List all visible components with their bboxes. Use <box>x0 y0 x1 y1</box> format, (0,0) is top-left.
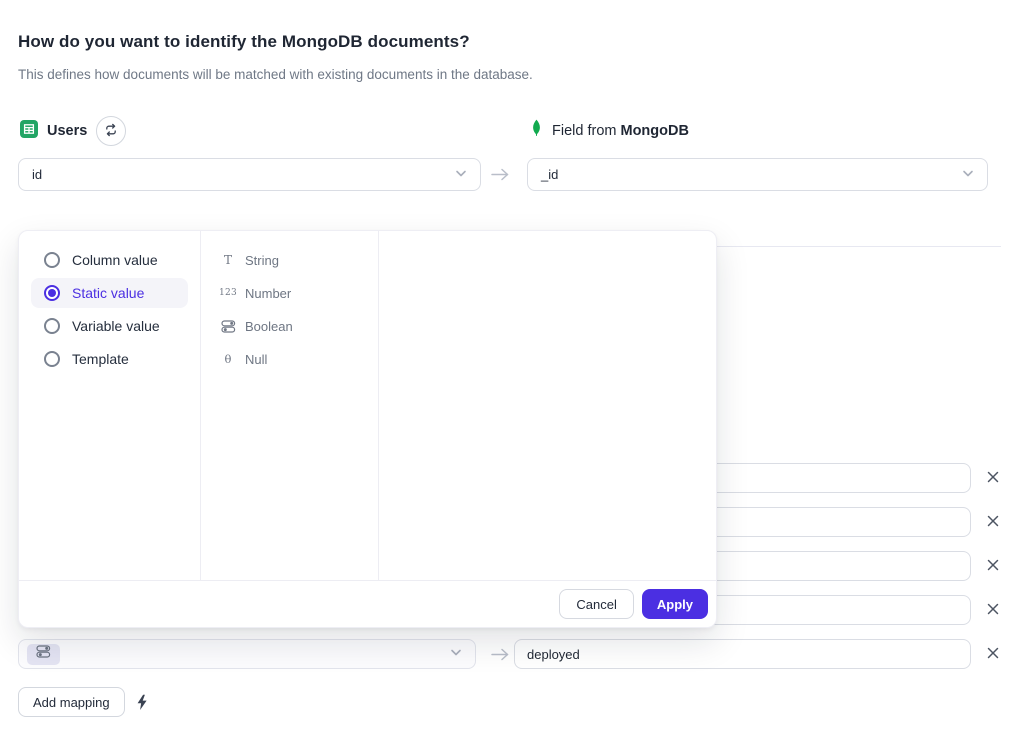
string-icon: T <box>220 253 236 267</box>
option-column-value[interactable]: Column value <box>31 245 188 275</box>
boolean-icon <box>36 645 51 663</box>
type-string[interactable]: T String <box>220 245 378 275</box>
lightning-bolt-icon[interactable] <box>136 694 148 716</box>
radio-icon[interactable] <box>44 252 60 268</box>
source-field-select[interactable]: id <box>18 158 481 191</box>
boolean-type-badge <box>27 644 60 665</box>
popover-body: Column value Static value Variable value… <box>19 231 716 580</box>
popover-footer: Cancel Apply <box>19 580 716 627</box>
value-type-list: T String 123 Number Boolean θ Null <box>201 231 379 580</box>
source-header: Users <box>20 116 126 146</box>
radio-icon[interactable] <box>44 318 60 334</box>
type-number[interactable]: 123 Number <box>220 278 378 308</box>
radio-icon[interactable] <box>44 351 60 367</box>
source-value-select[interactable] <box>18 639 476 669</box>
option-template[interactable]: Template <box>31 344 188 374</box>
chevron-down-icon <box>454 166 468 183</box>
option-label: Template <box>72 351 129 367</box>
apply-button[interactable]: Apply <box>642 589 708 619</box>
type-label: String <box>245 253 279 268</box>
section-divider <box>717 246 1001 247</box>
spreadsheet-icon <box>20 120 38 143</box>
remove-mapping-button[interactable] <box>984 645 1002 663</box>
cancel-button[interactable]: Cancel <box>559 589 633 619</box>
close-icon <box>986 602 1000 619</box>
option-static-value[interactable]: Static value <box>31 278 188 308</box>
type-null[interactable]: θ Null <box>220 344 378 374</box>
radio-icon[interactable] <box>44 285 60 301</box>
boolean-icon <box>220 320 236 333</box>
option-label: Column value <box>72 252 158 268</box>
type-label: Boolean <box>245 319 293 334</box>
arrow-right-icon <box>489 167 511 187</box>
swap-source-button[interactable] <box>96 116 126 146</box>
null-icon: θ <box>220 352 236 366</box>
type-label: Null <box>245 352 267 367</box>
remove-mapping-button[interactable] <box>984 557 1002 575</box>
target-name: Field from MongoDB <box>552 123 689 139</box>
number-icon: 123 <box>220 288 236 298</box>
remove-mapping-button[interactable] <box>984 513 1002 531</box>
remove-mapping-button[interactable] <box>984 469 1002 487</box>
popover-detail-panel <box>379 231 716 580</box>
add-mapping-button[interactable]: Add mapping <box>18 687 125 717</box>
close-icon <box>986 646 1000 663</box>
close-icon <box>986 558 1000 575</box>
option-variable-value[interactable]: Variable value <box>31 311 188 341</box>
target-header: Field from MongoDB <box>530 116 689 146</box>
page-title: How do you want to identify the MongoDB … <box>18 32 470 52</box>
source-name: Users <box>47 123 87 139</box>
chevron-down-icon <box>449 645 463 664</box>
type-label: Number <box>245 286 291 301</box>
target-field-select[interactable]: _id <box>527 158 988 191</box>
option-label: Static value <box>72 285 144 301</box>
arrow-right-icon <box>489 647 511 667</box>
close-icon <box>986 514 1000 531</box>
mongodb-field-input[interactable] <box>514 639 971 669</box>
value-kind-list: Column value Static value Variable value… <box>19 231 201 580</box>
target-field-value: _id <box>541 167 961 182</box>
swap-icon <box>104 123 118 140</box>
page-subtitle: This defines how documents will be match… <box>18 67 533 82</box>
close-icon <box>986 470 1000 487</box>
mongodb-leaf-icon <box>530 119 543 144</box>
type-boolean[interactable]: Boolean <box>220 311 378 341</box>
value-type-popover: Column value Static value Variable value… <box>18 230 717 628</box>
chevron-down-icon <box>961 166 975 183</box>
source-field-value: id <box>32 167 454 182</box>
option-label: Variable value <box>72 318 160 334</box>
remove-mapping-button[interactable] <box>984 601 1002 619</box>
